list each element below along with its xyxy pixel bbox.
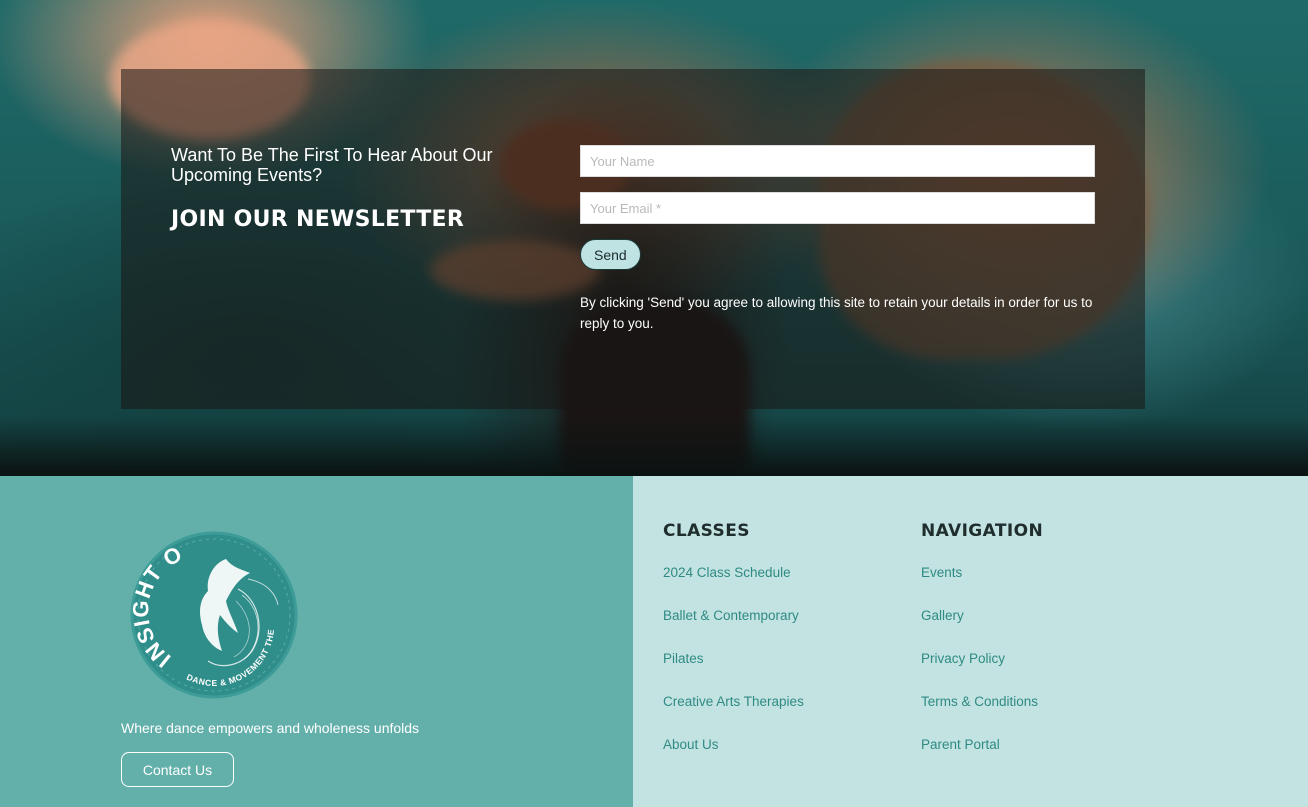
name-input[interactable] bbox=[580, 145, 1095, 177]
link-class-schedule[interactable]: 2024 Class Schedule bbox=[663, 565, 791, 580]
contact-us-button[interactable]: Contact Us bbox=[121, 752, 234, 787]
link-terms-conditions[interactable]: Terms & Conditions bbox=[921, 694, 1038, 709]
classes-link-list: 2024 Class Schedule Ballet & Contemporar… bbox=[663, 564, 804, 779]
link-privacy-policy[interactable]: Privacy Policy bbox=[921, 651, 1005, 666]
navigation-column: NAVIGATION Events Gallery Privacy Policy… bbox=[921, 521, 1043, 779]
newsletter-form: Send By clicking 'Send' you agree to all… bbox=[580, 145, 1095, 334]
link-ballet-contemporary[interactable]: Ballet & Contemporary bbox=[663, 608, 799, 623]
newsletter-panel: Want To Be The First To Hear About Our U… bbox=[121, 69, 1145, 409]
footer-tagline: Where dance empowers and wholeness unfol… bbox=[121, 720, 420, 736]
send-button[interactable]: Send bbox=[580, 239, 641, 270]
newsletter-heading: Want To Be The First To Hear About Our U… bbox=[171, 145, 493, 185]
newsletter-hero: Want To Be The First To Hear About Our U… bbox=[0, 0, 1308, 476]
link-pilates[interactable]: Pilates bbox=[663, 651, 704, 666]
navigation-heading: NAVIGATION bbox=[921, 521, 1044, 541]
classes-column: CLASSES 2024 Class Schedule Ballet & Con… bbox=[663, 521, 804, 779]
link-parent-portal[interactable]: Parent Portal bbox=[921, 737, 1000, 752]
consent-note: By clicking 'Send' you agree to allowing… bbox=[580, 295, 1093, 331]
navigation-link-list: Events Gallery Privacy Policy Terms & Co… bbox=[921, 564, 1043, 779]
link-about-us[interactable]: About Us bbox=[663, 737, 719, 752]
insight-out-logo[interactable]: INSIGHT OUT DANCE & MOVEMENT THERAPY bbox=[128, 529, 300, 701]
newsletter-title: JOIN OUR NEWSLETTER bbox=[171, 207, 465, 232]
footer-links: CLASSES 2024 Class Schedule Ballet & Con… bbox=[633, 476, 1308, 807]
footer-brand: INSIGHT OUT DANCE & MOVEMENT THERAPY Whe… bbox=[0, 476, 633, 807]
link-creative-arts-therapies[interactable]: Creative Arts Therapies bbox=[663, 694, 804, 709]
hero-photo-floor bbox=[0, 416, 1308, 476]
email-input[interactable] bbox=[580, 192, 1095, 224]
link-gallery[interactable]: Gallery bbox=[921, 608, 964, 623]
link-events[interactable]: Events bbox=[921, 565, 962, 580]
classes-heading: CLASSES bbox=[663, 521, 750, 541]
